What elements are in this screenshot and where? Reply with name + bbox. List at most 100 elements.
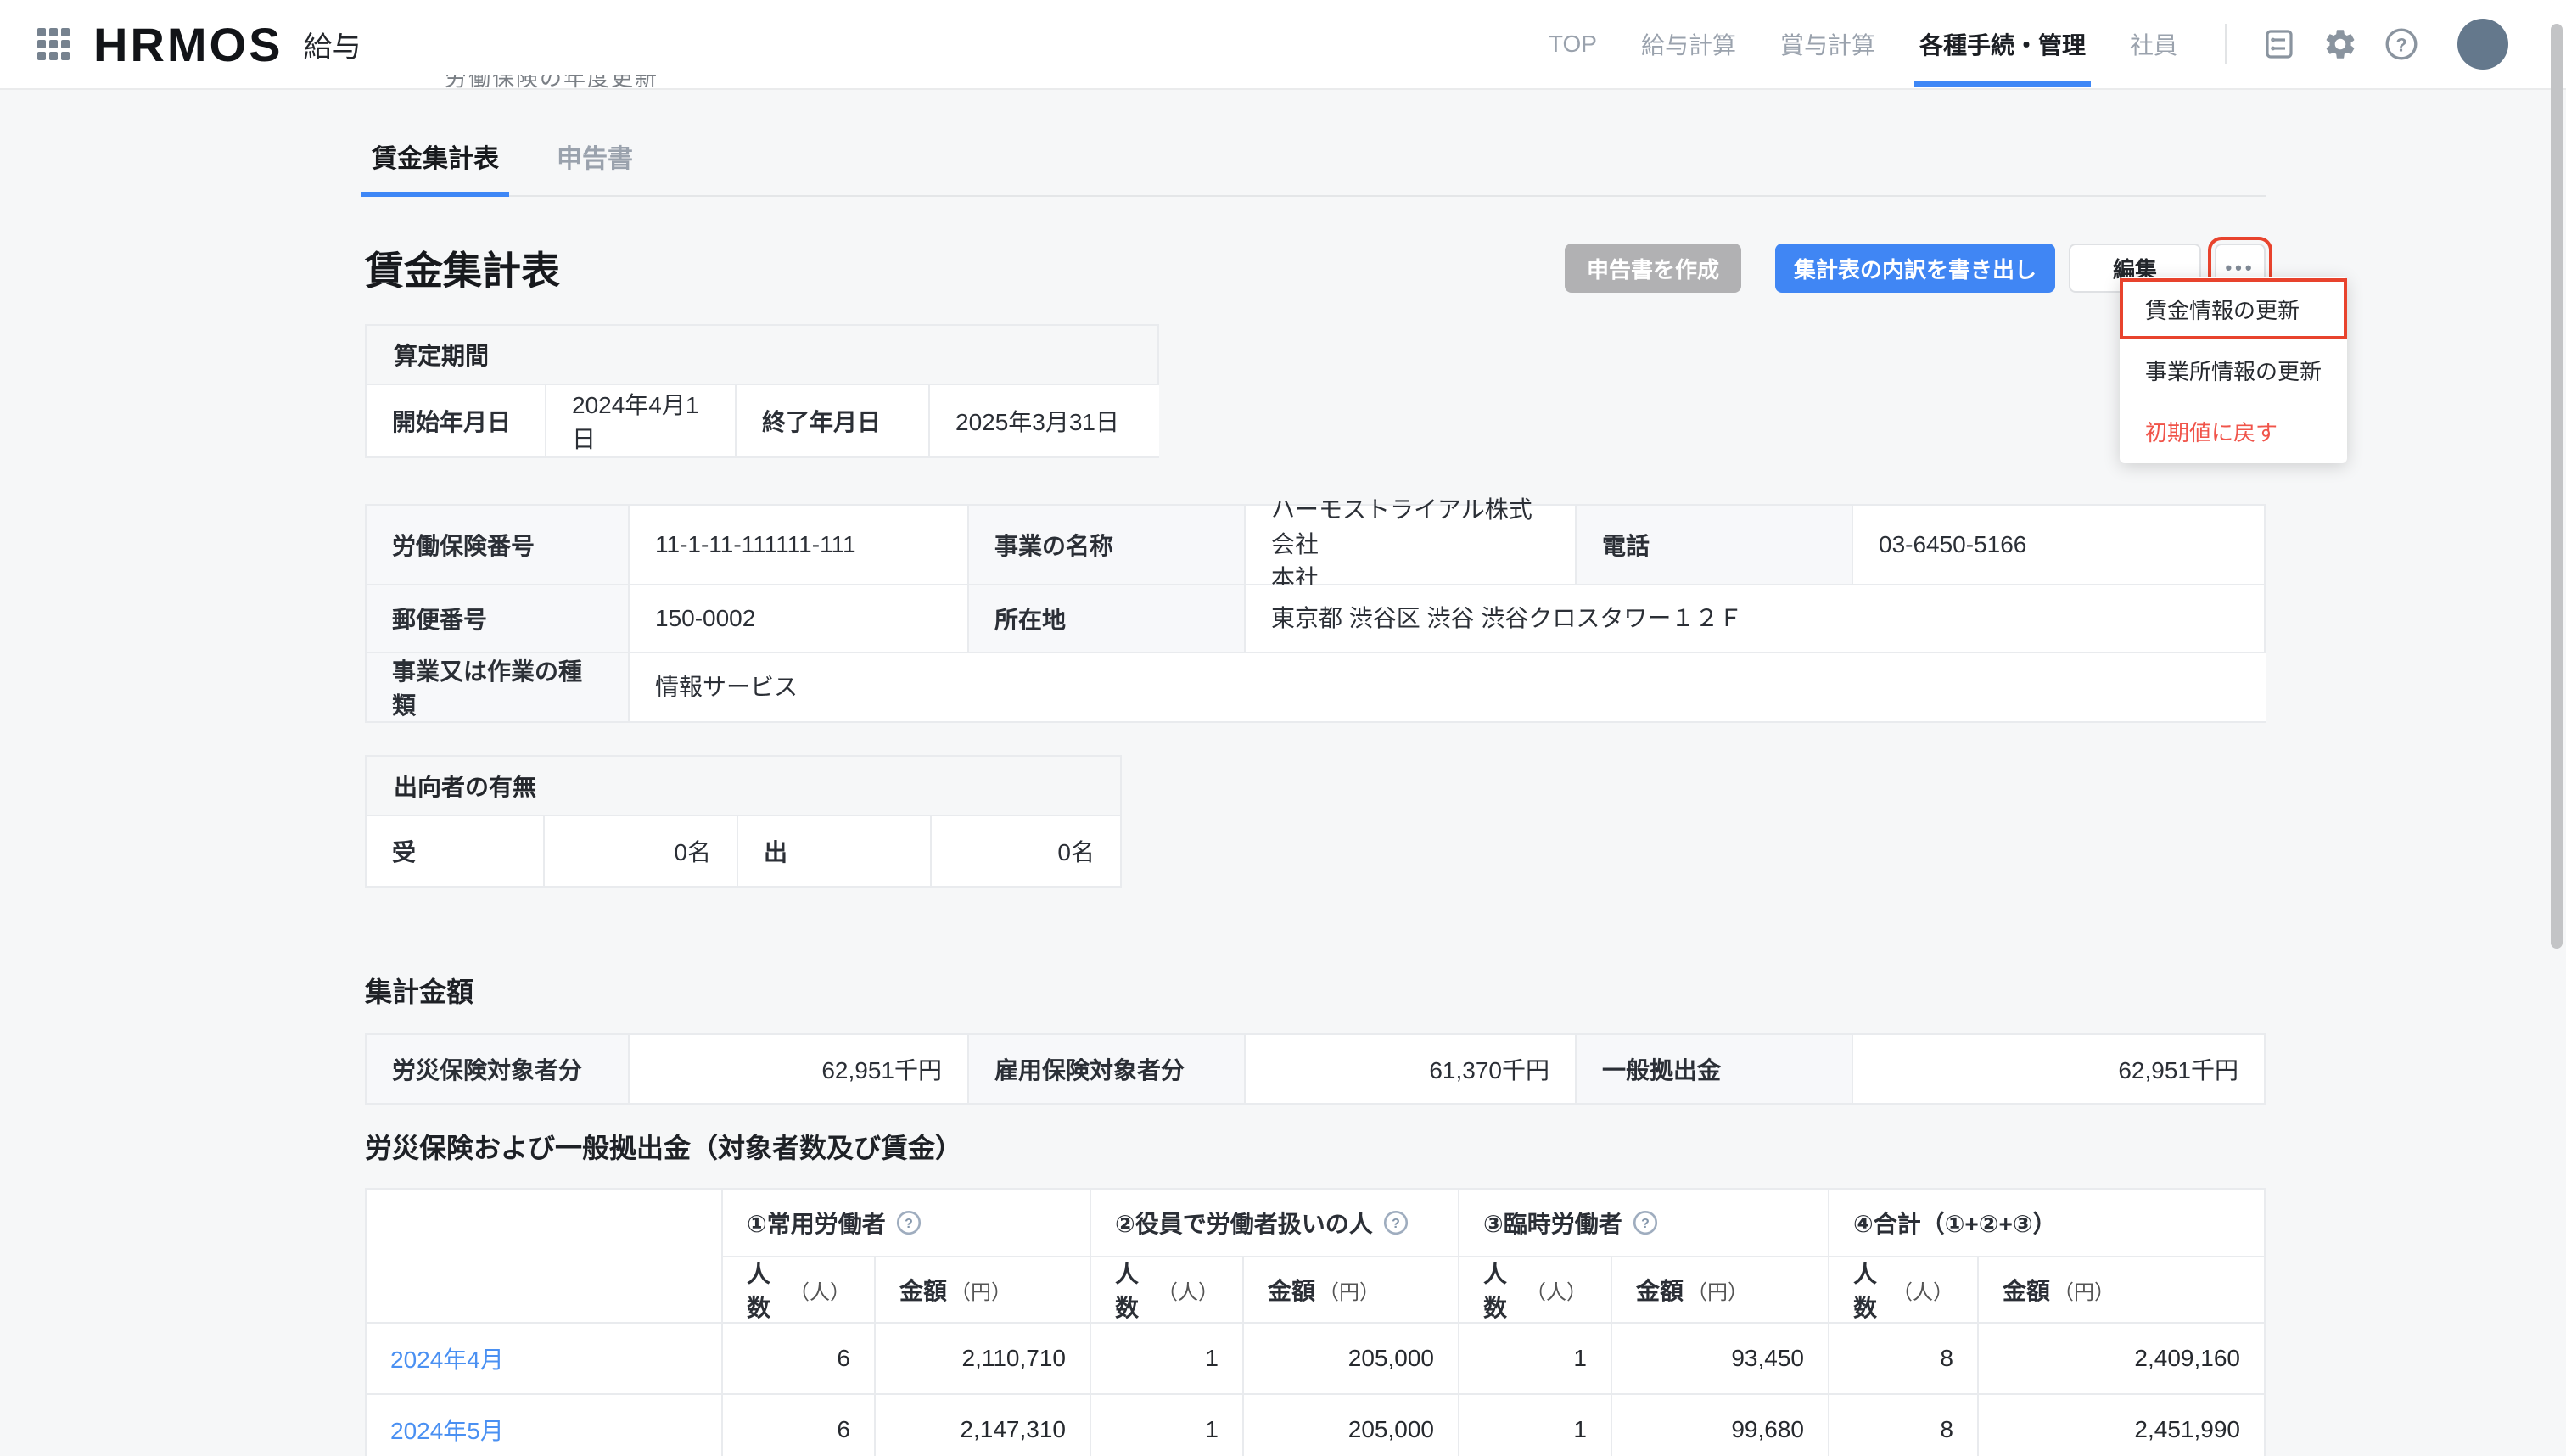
vertical-scrollbar[interactable]	[2551, 24, 2563, 949]
field-label: 受	[367, 816, 545, 886]
nav-item[interactable]: 給与計算	[1641, 27, 1736, 61]
month-link[interactable]: 2024年5月	[390, 1413, 504, 1447]
page-title: 賃金集計表	[365, 240, 560, 296]
count-value: 1	[1459, 1395, 1612, 1456]
field-label: 郵便番号	[367, 585, 630, 653]
field-label: 雇用保険対象者分	[969, 1035, 1246, 1103]
subheader-label: 人数	[1853, 1256, 1889, 1324]
group-header: ③臨時労働者?	[1459, 1190, 1829, 1257]
count-value: 1	[1091, 1395, 1244, 1456]
wage-table-card: ①常用労働者?②役員で労働者扱いの人?③臨時労働者?④合計（①+②+③）人数（人…	[365, 1188, 2266, 1456]
menu-item[interactable]: 事業所情報の更新	[2120, 339, 2347, 400]
field-label: 電話	[1577, 506, 1853, 585]
subheader-label: 金額	[2003, 1273, 2050, 1307]
field-help-icon[interactable]: ?	[1383, 1210, 1409, 1235]
tasks-icon[interactable]	[2257, 22, 2301, 66]
office-info-card: 労働保険番号11-1-11-111111-111事業の名称ハーモストライアル株式…	[365, 504, 2266, 723]
group-header: ④合計（①+②+③）	[1829, 1190, 2264, 1257]
amount-value: 93,450	[1612, 1324, 1829, 1395]
subheader-label: 金額	[1268, 1273, 1315, 1307]
amount-value: 2,147,310	[876, 1395, 1091, 1456]
amount-header: 金額（円）	[1244, 1257, 1459, 1324]
subheader-unit: （人）	[789, 1275, 850, 1305]
brand-logo: HRMOS	[93, 17, 283, 72]
amount-value: 99,680	[1612, 1395, 1829, 1456]
subheader-unit: （円）	[950, 1275, 1011, 1305]
field-label: 所在地	[969, 585, 1246, 653]
office-info-table: 労働保険番号11-1-11-111111-111事業の名称ハーモストライアル株式…	[367, 506, 2264, 721]
month-cell: 2024年5月	[367, 1395, 723, 1456]
field-value: 0名	[545, 816, 738, 886]
totals-heading: 集計金額	[365, 971, 2266, 1010]
group-label: ③臨時労働者	[1483, 1206, 1622, 1240]
main-nav: TOP 給与計算 賞与計算 各種手続・管理 社員	[1549, 27, 2177, 61]
amount-value: 2,451,990	[1979, 1395, 2264, 1456]
subheader-label: 人数	[747, 1256, 786, 1324]
field-label: 労働保険番号	[367, 506, 630, 585]
field-value: 62,951千円	[630, 1035, 969, 1103]
nav-item[interactable]: 各種手続・管理	[1919, 27, 2086, 61]
user-avatar[interactable]	[2457, 19, 2508, 70]
count-header: 人数（人）	[1459, 1257, 1612, 1324]
nav-divider	[2225, 24, 2227, 64]
totals-card: 労災保険対象者分62,951千円雇用保険対象者分61,370千円一般拠出金62,…	[365, 1033, 2266, 1105]
app-grid-icon[interactable]	[37, 28, 70, 60]
help-icon[interactable]: ?	[2379, 22, 2423, 66]
amount-header: 金額（円）	[1979, 1257, 2264, 1324]
field-value: 03-6450-5166	[1853, 506, 2266, 585]
create-report-button: 申告書を作成	[1565, 244, 1741, 293]
subheader-unit: （円）	[2053, 1275, 2115, 1305]
context-menu: 賃金情報の更新事業所情報の更新初期値に戻す	[2120, 277, 2347, 463]
field-label: 開始年月日	[367, 385, 546, 456]
nav-item[interactable]: 社員	[2130, 27, 2177, 61]
field-value: 150-0002	[630, 585, 969, 653]
wage-table-heading: 労災保険および一般拠出金（対象者数及び賃金）	[365, 1127, 2266, 1166]
menu-item[interactable]: 初期値に戻す	[2120, 400, 2347, 462]
tab-inactive[interactable]: 申告書	[550, 127, 640, 195]
tab-active[interactable]: 賃金集計表	[365, 127, 506, 195]
field-label: 一般拠出金	[1577, 1035, 1853, 1103]
nav-item[interactable]: TOP	[1549, 31, 1597, 58]
wage-table: ①常用労働者?②役員で労働者扱いの人?③臨時労働者?④合計（①+②+③）人数（人…	[367, 1190, 2264, 1456]
count-header: 人数（人）	[723, 1257, 876, 1324]
field-value: 61,370千円	[1246, 1035, 1577, 1103]
count-header: 人数（人）	[1091, 1257, 1244, 1324]
nav-item[interactable]: 賞与計算	[1780, 27, 1875, 61]
main-content: 賃金集計表申告書 賃金集計表 申告書を作成 集計表の内訳を書き出し 編集 •••…	[0, 127, 2266, 1456]
count-header: 人数（人）	[1829, 1257, 1979, 1324]
totals-table: 労災保険対象者分62,951千円雇用保険対象者分61,370千円一般拠出金62,…	[367, 1035, 2264, 1103]
subheader-label: 人数	[1483, 1256, 1522, 1324]
field-value: ハーモストライアル株式会社 本社	[1246, 506, 1577, 585]
subheader-label: 人数	[1115, 1256, 1154, 1324]
month-link[interactable]: 2024年4月	[390, 1341, 504, 1375]
subheader-unit: （人）	[1892, 1275, 1953, 1305]
amount-value: 2,110,710	[876, 1324, 1091, 1395]
count-value: 6	[723, 1395, 876, 1456]
field-value: 0名	[932, 816, 1120, 886]
secondment-table: 受0名出0名	[367, 816, 1120, 886]
count-value: 1	[1091, 1324, 1244, 1395]
amount-header: 金額（円）	[876, 1257, 1091, 1324]
field-label: 出	[738, 816, 932, 886]
table-corner-cell	[367, 1190, 723, 1257]
svg-text:?: ?	[1641, 1217, 1650, 1231]
settings-icon[interactable]	[2318, 22, 2362, 66]
subheader-label: 金額	[1636, 1273, 1684, 1307]
field-help-icon[interactable]: ?	[896, 1210, 922, 1235]
logo-group: HRMOS 給与	[37, 17, 361, 72]
amount-value: 2,409,160	[1979, 1324, 2264, 1395]
field-help-icon[interactable]: ?	[1633, 1210, 1658, 1235]
count-value: 8	[1829, 1324, 1979, 1395]
tab-bar: 賃金集計表申告書	[365, 127, 2266, 197]
count-value: 6	[723, 1324, 876, 1395]
subheader-unit: （円）	[1687, 1275, 1748, 1305]
secondment-title: 出向者の有無	[367, 757, 1120, 816]
menu-item[interactable]: 賃金情報の更新	[2120, 278, 2347, 339]
calc-period-card: 算定期間 開始年月日2024年4月1日終了年月日2025年3月31日	[365, 324, 1159, 458]
calc-period-table: 開始年月日2024年4月1日終了年月日2025年3月31日	[367, 385, 1157, 456]
amount-header: 金額（円）	[1612, 1257, 1829, 1324]
export-breakdown-button[interactable]: 集計表の内訳を書き出し	[1775, 244, 2055, 293]
field-value: 東京都 渋谷区 渋谷 渋谷クロスタワー１２Ｆ	[1246, 585, 2266, 653]
field-value: 62,951千円	[1853, 1035, 2264, 1103]
svg-text:?: ?	[1392, 1217, 1400, 1231]
